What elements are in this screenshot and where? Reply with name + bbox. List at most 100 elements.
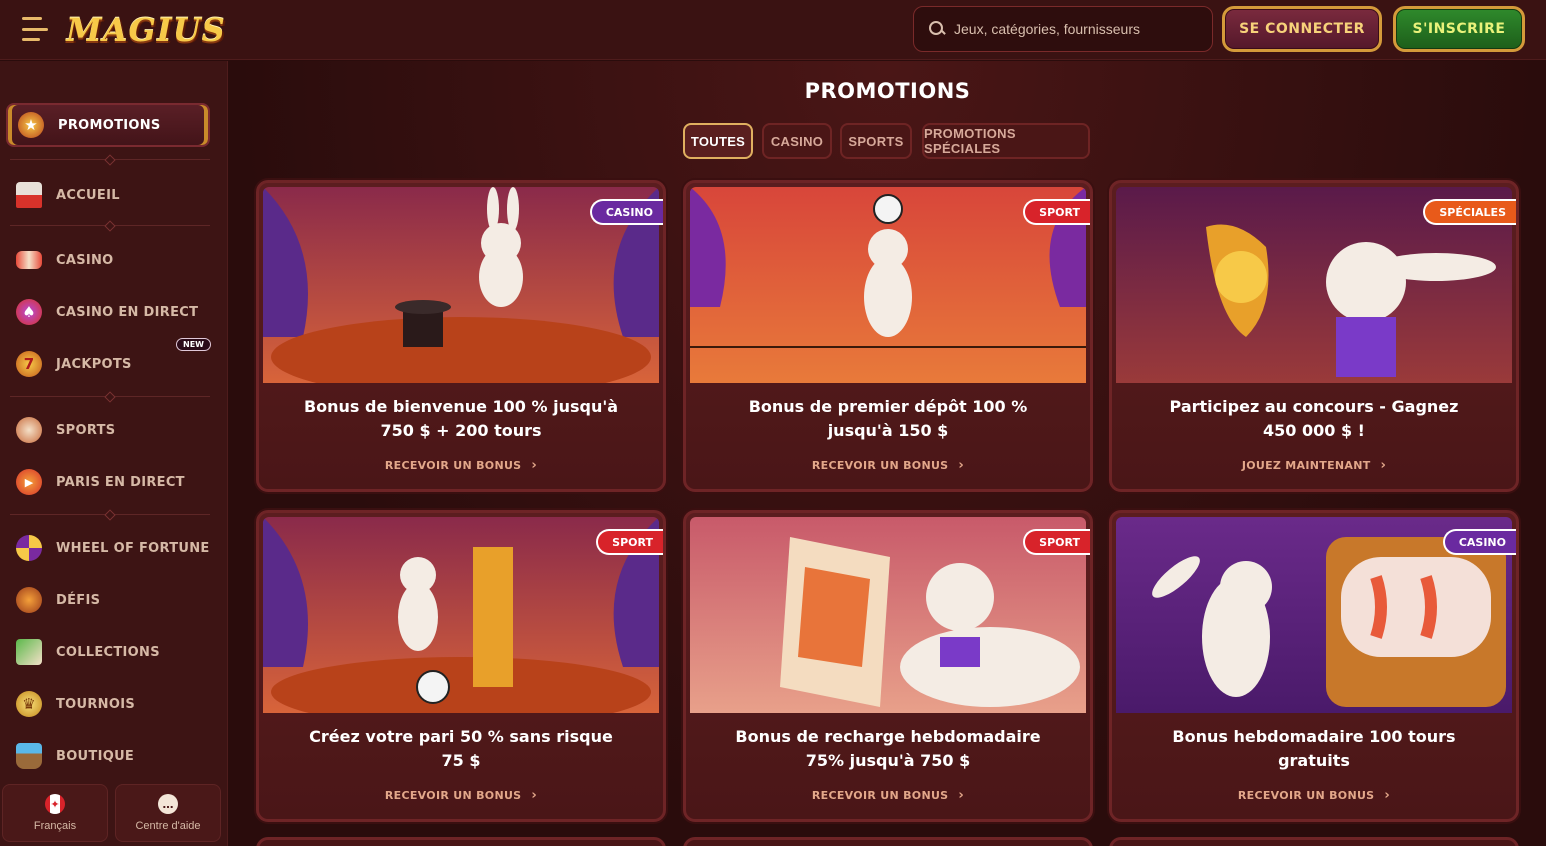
search-input[interactable]: [954, 21, 1204, 37]
chevron-right-icon: ›: [1384, 788, 1391, 803]
promo-card-weekly-spins[interactable]: CASINO Bonus hebdomadaire 100 tours grat…: [1109, 510, 1519, 822]
live-casino-icon: ♠: [16, 299, 42, 325]
promo-title-line: Bonus de bienvenue 100 % jusqu'à: [303, 397, 619, 416]
promo-card-risk-free-bet[interactable]: SPORT Créez votre pari 50 % sans risque …: [256, 510, 666, 822]
login-button[interactable]: SE CONNECTER: [1222, 6, 1382, 52]
tab-casino[interactable]: CASINO: [762, 123, 832, 159]
site-logo[interactable]: MAGIUS: [66, 8, 225, 52]
sidebar-item-label: Boutique: [56, 748, 135, 764]
link-label: JOUEZ MAINTENANT: [1241, 459, 1371, 472]
sidebar-divider: [10, 225, 210, 226]
new-badge: NEW: [176, 338, 211, 351]
language-selector[interactable]: ✦ Français: [2, 784, 108, 842]
sidebar-item-label: Sports: [56, 422, 116, 438]
special-tag: SPÉCIALES: [1423, 199, 1516, 225]
promo-title-line: jusqu'à 150 $: [827, 421, 949, 440]
sport-tag: SPORT: [1023, 199, 1090, 225]
jackpot-seven-icon: 7: [16, 351, 42, 377]
language-label: Français: [33, 820, 77, 832]
promo-title-line: 75 $: [441, 751, 481, 770]
sidebar-item-casino[interactable]: Casino: [6, 238, 210, 282]
cards-collection-icon: [16, 639, 42, 665]
sidebar-divider: [10, 396, 210, 397]
link-label: RECEVOIR UN BONUS: [811, 459, 949, 472]
sidebar-item-label: Promotions: [58, 117, 161, 133]
circus-tent-icon: [16, 182, 42, 208]
canada-flag-icon: ✦: [45, 794, 65, 814]
sport-tag: SPORT: [596, 529, 663, 555]
receive-bonus-link[interactable]: RECEVOIR UN BONUS ›: [686, 788, 1090, 803]
promo-title: Créez votre pari 50 % sans risque 75 $: [279, 725, 643, 773]
promo-title: Bonus de bienvenue 100 % jusqu'à 750 $ +…: [279, 395, 643, 443]
promo-title-line: gratuits: [1278, 751, 1350, 770]
fortune-wheel-icon: [16, 535, 42, 561]
sidebar-item-label: Accueil: [56, 187, 120, 203]
promo-card-partial: [256, 837, 666, 846]
promo-card-first-deposit[interactable]: SPORT Bonus de premier dépôt 100 % jusqu…: [683, 180, 1093, 492]
sidebar-item-promotions[interactable]: ★ Promotions: [6, 103, 210, 147]
promo-title: Participez au concours - Gagnez 450 000 …: [1132, 395, 1496, 443]
promo-card-partial: [683, 837, 1093, 846]
chevron-right-icon: ›: [531, 788, 538, 803]
gift-star-icon: ★: [18, 112, 44, 138]
register-button[interactable]: S'INSCRIRE: [1393, 6, 1525, 52]
promo-title-line: Bonus de premier dépôt 100 %: [748, 397, 1028, 416]
search-icon: [928, 20, 946, 38]
promo-card-weekly-reload[interactable]: SPORT Bonus de recharge hebdomadaire 75%…: [683, 510, 1093, 822]
sidebar-item-accueil[interactable]: Accueil: [6, 173, 210, 217]
play-now-link[interactable]: JOUEZ MAINTENANT ›: [1112, 458, 1516, 473]
help-center-label: Centre d'aide: [135, 820, 201, 832]
promo-title: Bonus de premier dépôt 100 % jusqu'à 150…: [706, 395, 1070, 443]
sidebar-item-jackpots[interactable]: 7 Jackpots NEW: [6, 338, 211, 386]
menu-icon[interactable]: [22, 17, 50, 41]
link-label: RECEVOIR UN BONUS: [811, 789, 949, 802]
main-content: Promotions TOUTES CASINO SPORTS PROMOTIO…: [229, 61, 1546, 846]
promo-title-line: 450 000 $ !: [1263, 421, 1365, 440]
sidebar-item-defis[interactable]: Défis: [6, 578, 210, 622]
promo-title: Bonus de recharge hebdomadaire 75% jusqu…: [706, 725, 1070, 773]
promo-card-welcome-bonus[interactable]: CASINO Bonus de bienvenue 100 % jusqu'à …: [256, 180, 666, 492]
sport-tag: SPORT: [1023, 529, 1090, 555]
promo-card-contest[interactable]: SPÉCIALES Participez au concours - Gagne…: [1109, 180, 1519, 492]
slot-reels-icon: [16, 251, 42, 269]
tournament-trophy-icon: ♛: [16, 691, 42, 717]
receive-bonus-link[interactable]: RECEVOIR UN BONUS ›: [259, 458, 663, 473]
sidebar-item-sports[interactable]: Sports: [6, 408, 210, 452]
promo-title-line: Créez votre pari 50 % sans risque: [309, 727, 613, 746]
promo-title-line: 75% jusqu'à 750 $: [805, 751, 971, 770]
receive-bonus-link[interactable]: RECEVOIR UN BONUS ›: [686, 458, 1090, 473]
sidebar-item-label: Collections: [56, 644, 160, 660]
sidebar-item-label: Casino: [56, 252, 114, 268]
sidebar-item-tournois[interactable]: ♛ Tournois: [6, 682, 210, 726]
promo-title: Bonus hebdomadaire 100 tours gratuits: [1132, 725, 1496, 773]
chevron-right-icon: ›: [958, 458, 965, 473]
chevron-right-icon: ›: [1380, 458, 1387, 473]
sidebar-item-casino-en-direct[interactable]: ♠ Casino en direct: [6, 290, 210, 334]
chevron-right-icon: ›: [531, 458, 538, 473]
tab-sports[interactable]: SPORTS: [840, 123, 912, 159]
tab-promotions-speciales[interactable]: PROMOTIONS SPÉCIALES: [922, 123, 1090, 159]
promo-card-partial: [1109, 837, 1519, 846]
casino-tag: CASINO: [589, 199, 663, 225]
sidebar-item-label: Casino en direct: [56, 304, 199, 320]
sidebar-item-label: Paris en direct: [56, 474, 185, 490]
sports-trophy-icon: [16, 417, 42, 443]
promo-title-line: Participez au concours - Gagnez: [1169, 397, 1459, 416]
sidebar-divider: [10, 159, 210, 160]
sidebar-item-paris-en-direct[interactable]: ▶ Paris en direct: [6, 460, 210, 504]
sidebar: ★ Promotions Accueil Casino ♠ Casino en …: [0, 61, 228, 846]
sidebar-item-label: Jackpots: [56, 356, 132, 372]
receive-bonus-link[interactable]: RECEVOIR UN BONUS ›: [1112, 788, 1516, 803]
link-label: RECEVOIR UN BONUS: [384, 459, 522, 472]
search-box[interactable]: [913, 6, 1213, 52]
promo-title-line: 750 $ + 200 tours: [380, 421, 542, 440]
link-label: RECEVOIR UN BONUS: [1237, 789, 1375, 802]
sidebar-item-label: Wheel of fortune: [56, 540, 210, 556]
help-center-button[interactable]: … Centre d'aide: [115, 784, 221, 842]
receive-bonus-link[interactable]: RECEVOIR UN BONUS ›: [259, 788, 663, 803]
sidebar-item-wheel-of-fortune[interactable]: Wheel of fortune: [6, 526, 210, 570]
sidebar-item-boutique[interactable]: Boutique: [6, 734, 210, 778]
tab-toutes[interactable]: TOUTES: [683, 123, 753, 159]
sidebar-item-collections[interactable]: Collections: [6, 630, 210, 674]
sidebar-divider: [10, 514, 210, 515]
